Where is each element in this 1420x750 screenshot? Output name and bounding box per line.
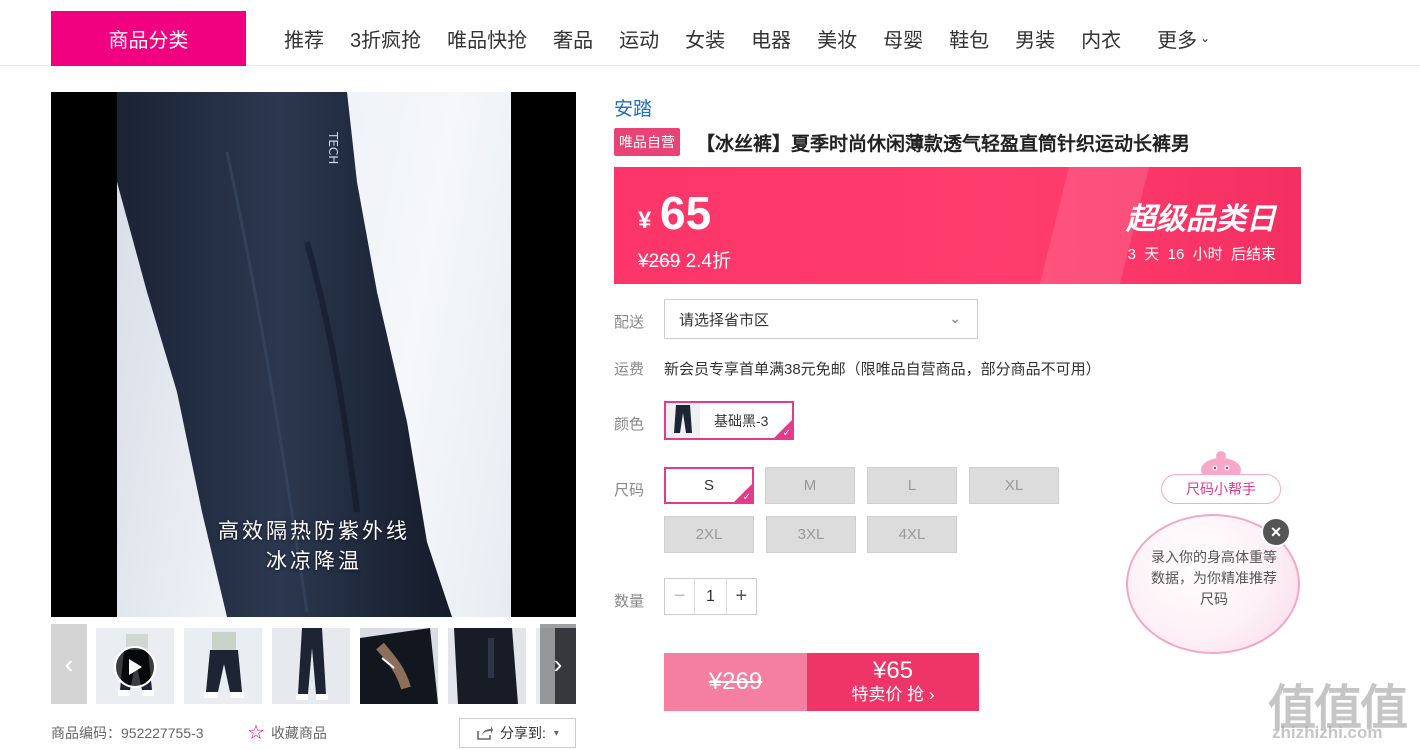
size-option-label: 4XL bbox=[898, 526, 926, 543]
nav-item-quick-grab[interactable]: 唯品快抢 bbox=[447, 24, 527, 53]
nav-items: 推荐 3折疯抢 唯品快抢 奢品 运动 女装 电器 美妆 母婴 鞋包 男装 内衣 … bbox=[284, 20, 1210, 56]
caret-down-icon: ▾ bbox=[553, 727, 559, 739]
nav-item-men[interactable]: 男装 bbox=[1015, 24, 1055, 53]
quantity-label: 数量 bbox=[614, 593, 645, 610]
share-icon bbox=[477, 726, 494, 740]
share-label: 分享到: bbox=[500, 725, 546, 741]
shipping-label: 运费 bbox=[614, 361, 645, 378]
product-photo: TECH 高效隔热防紫外线 冰凉降温 bbox=[117, 92, 511, 617]
overlay-line-1: 高效隔热防紫外线 bbox=[218, 520, 410, 543]
buy-action-label: 特卖价 抢 › bbox=[851, 685, 935, 704]
price-current: 65 bbox=[660, 187, 712, 239]
quantity-stepper: − 1 + bbox=[664, 578, 757, 615]
size-option-label: L bbox=[907, 477, 917, 494]
size-option-label: 3XL bbox=[797, 526, 825, 543]
watermark-url: zhizhizhi.com bbox=[1272, 723, 1383, 742]
color-swatch-image bbox=[666, 403, 700, 438]
price-original-row: ¥269 2.4折 bbox=[638, 246, 731, 273]
nav-item-underwear[interactable]: 内衣 bbox=[1081, 24, 1121, 53]
size-helper-button[interactable]: 尺码小帮手 bbox=[1161, 474, 1281, 504]
svg-text:TECH: TECH bbox=[326, 131, 340, 164]
buy-original-price: ¥269 bbox=[664, 653, 807, 711]
nav-more[interactable]: 更多 ⌄ bbox=[1157, 24, 1210, 53]
buy-price: ¥65 bbox=[872, 657, 914, 684]
nav-item-appliances[interactable]: 电器 bbox=[751, 24, 791, 53]
thumbnail-3[interactable] bbox=[272, 628, 350, 704]
nav-item-sports[interactable]: 运动 bbox=[619, 24, 659, 53]
thumbnail-video[interactable] bbox=[96, 628, 174, 704]
color-option-label: 基础黑-3 bbox=[714, 412, 769, 429]
thumb-next-button[interactable]: › bbox=[540, 624, 576, 704]
size-option-2xl[interactable]: 2XL bbox=[664, 516, 754, 553]
price-discount: 2.4折 bbox=[685, 251, 731, 272]
nav-item-shoes-bags[interactable]: 鞋包 bbox=[949, 24, 989, 53]
size-helper-text: 录入你的身高体重等数据，为你精准推荐尺码 bbox=[1151, 549, 1277, 607]
thumbnail-2[interactable] bbox=[184, 628, 262, 704]
size-option-label: S bbox=[703, 477, 714, 494]
overlay-line-2: 冰凉降温 bbox=[266, 550, 362, 573]
nav-item-beauty[interactable]: 美妆 bbox=[817, 24, 857, 53]
favorite-button[interactable]: ☆ 收藏商品 bbox=[247, 720, 327, 745]
thumbnail-4[interactable] bbox=[360, 628, 438, 704]
nav-item-recommend[interactable]: 推荐 bbox=[284, 24, 324, 53]
promo-title: 超级品类日 bbox=[1126, 203, 1276, 236]
shipping-text: 新会员专享首单满38元免邮（限唯品自营商品，部分商品不可用） bbox=[664, 361, 1101, 378]
nav-item-baby[interactable]: 母婴 bbox=[883, 24, 923, 53]
size-option-label: M bbox=[803, 477, 817, 494]
favorite-label: 收藏商品 bbox=[270, 724, 327, 741]
address-select[interactable]: 请选择省市区 ⌄ bbox=[664, 299, 978, 339]
quantity-increase-button[interactable]: + bbox=[725, 579, 756, 614]
size-option-4xl[interactable]: 4XL bbox=[867, 516, 957, 553]
size-option-xl[interactable]: XL bbox=[969, 467, 1059, 504]
top-nav: 商品分类 推荐 3折疯抢 唯品快抢 奢品 运动 女装 电器 美妆 母婴 鞋包 男… bbox=[0, 0, 1420, 66]
check-icon: ✓ bbox=[782, 428, 791, 439]
size-label: 尺码 bbox=[614, 482, 645, 499]
product-title: 【冰丝裤】夏季时尚休闲薄款透气轻盈直筒针织运动长裤男 bbox=[696, 133, 1191, 155]
size-option-label: XL bbox=[1004, 477, 1024, 494]
title-row: 唯品自营 【冰丝裤】夏季时尚休闲薄款透气轻盈直筒针织运动长裤男 bbox=[614, 128, 1190, 156]
size-option-m[interactable]: M bbox=[765, 467, 855, 504]
category-button[interactable]: 商品分类 bbox=[51, 11, 246, 66]
product-code-value: 952227755-3 bbox=[121, 725, 204, 741]
play-icon bbox=[114, 646, 156, 688]
share-button[interactable]: 分享到: ▾ bbox=[459, 718, 576, 748]
product-code-label: 商品编码： bbox=[51, 725, 121, 741]
nav-more-label: 更多 bbox=[1157, 29, 1198, 52]
thumb-prev-button[interactable]: ‹ bbox=[51, 624, 87, 704]
quantity-value[interactable]: 1 bbox=[695, 579, 725, 614]
star-icon: ☆ bbox=[247, 722, 265, 744]
product-meta-row: 商品编码： 952227755-3 ☆ 收藏商品 分享到: ▾ bbox=[51, 718, 576, 748]
chevron-down-icon: ⌄ bbox=[1200, 31, 1211, 45]
thumbnail-strip: ‹ › bbox=[51, 624, 576, 704]
size-option-3xl[interactable]: 3XL bbox=[766, 516, 856, 553]
chevron-right-icon: › bbox=[553, 648, 563, 679]
buy-button[interactable]: ¥269 ¥65 特卖价 抢 › bbox=[664, 653, 979, 711]
thumbnail-5[interactable] bbox=[448, 628, 526, 704]
price-banner: ¥ 65 ¥269 2.4折 超级品类日 3 天 16 小时 后结束 bbox=[614, 167, 1301, 284]
promo-countdown: 3 天 16 小时 后结束 bbox=[1127, 246, 1276, 263]
close-icon[interactable]: × bbox=[1261, 517, 1291, 547]
main-product-image[interactable]: TECH 高效隔热防紫外线 冰凉降温 bbox=[51, 92, 576, 617]
chevron-down-icon: ⌄ bbox=[949, 310, 961, 326]
delivery-label: 配送 bbox=[614, 314, 645, 331]
size-option-label: 2XL bbox=[695, 526, 723, 543]
color-option-selected[interactable]: 基础黑-3 ✓ bbox=[664, 401, 794, 440]
price-currency: ¥ bbox=[638, 207, 652, 234]
self-operated-badge: 唯品自营 bbox=[614, 128, 680, 156]
check-icon: ✓ bbox=[742, 492, 751, 503]
buy-now-area: ¥65 特卖价 抢 › bbox=[807, 653, 979, 711]
brand-link[interactable]: 安踏 bbox=[614, 94, 652, 121]
color-label: 颜色 bbox=[614, 416, 645, 433]
quantity-decrease-button[interactable]: − bbox=[665, 579, 696, 614]
size-option-l[interactable]: L bbox=[867, 467, 957, 504]
price-original: ¥269 bbox=[638, 251, 681, 272]
nav-item-women[interactable]: 女装 bbox=[685, 24, 725, 53]
chevron-left-icon: ‹ bbox=[64, 648, 74, 679]
nav-item-luxury[interactable]: 奢品 bbox=[553, 24, 593, 53]
size-option-s[interactable]: S ✓ bbox=[664, 467, 754, 504]
nav-item-flash-30[interactable]: 3折疯抢 bbox=[350, 24, 421, 53]
address-placeholder: 请选择省市区 bbox=[679, 311, 770, 329]
